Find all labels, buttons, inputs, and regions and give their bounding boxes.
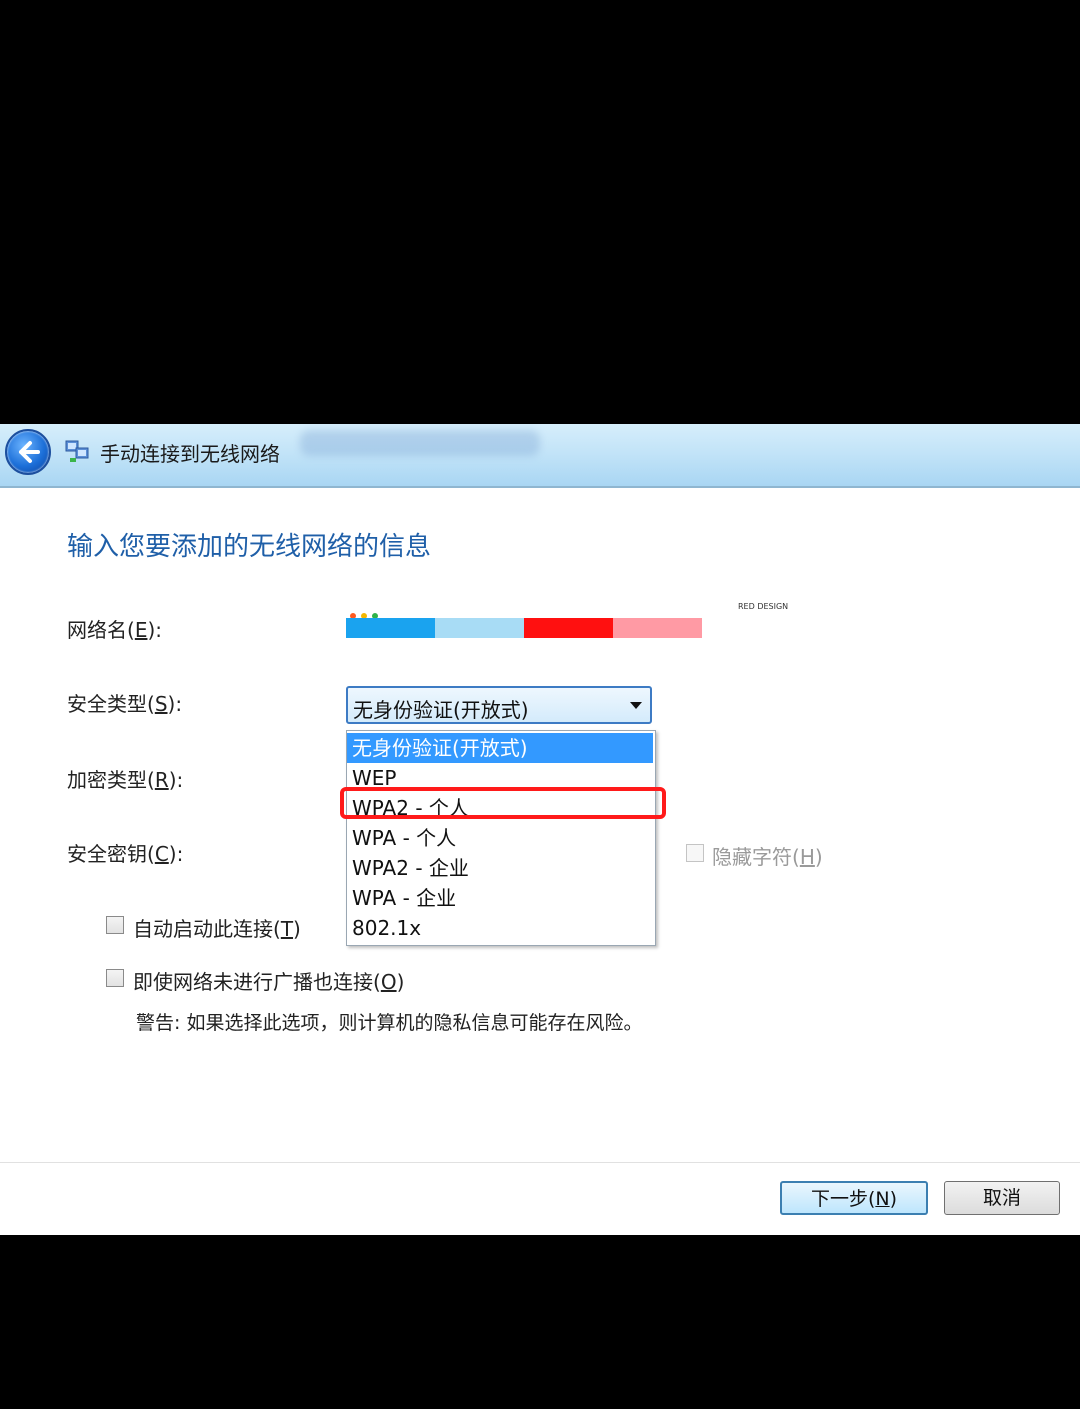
cancel-button[interactable]: 取消 (944, 1181, 1060, 1215)
title-bar: 手动连接到无线网络 (0, 424, 1080, 488)
wizard-window: 手动连接到无线网络 输入您要添加的无线网络的信息 网络名(E): RED DES… (0, 424, 1080, 1235)
encryption-type-label: 加密类型(R): (67, 768, 184, 792)
security-key-label: 安全密钥(C): (67, 842, 184, 866)
page-heading: 输入您要添加的无线网络的信息 (67, 532, 432, 562)
security-type-select[interactable]: 无身份验证(开放式) (346, 686, 652, 724)
security-type-value: 无身份验证(开放式) (353, 698, 529, 722)
dropdown-option-wpa-enterprise[interactable]: WPA - 企业 (347, 883, 653, 913)
network-name-label: 网络名(E): (67, 618, 162, 642)
back-arrow-icon[interactable] (5, 429, 51, 475)
hide-chars-checkbox[interactable] (686, 844, 704, 862)
redaction-bar (613, 618, 702, 638)
chevron-down-icon[interactable] (630, 702, 642, 709)
footer-separator (0, 1162, 1080, 1163)
watermark-text: RED DESIGN (738, 602, 789, 611)
highlight-annotation-box (340, 787, 666, 819)
connect-hidden-checkbox[interactable] (106, 969, 124, 987)
network-name-field-redacted[interactable] (346, 618, 702, 638)
redaction-bar (524, 618, 613, 638)
dropdown-option-wpa2-enterprise[interactable]: WPA2 - 企业 (347, 853, 653, 883)
dropdown-option-wpa-personal[interactable]: WPA - 个人 (347, 823, 653, 853)
redaction-bar (346, 618, 435, 638)
dropdown-option-8021x[interactable]: 802.1x (347, 913, 653, 943)
next-button[interactable]: 下一步(N) (780, 1181, 928, 1215)
security-type-dropdown-list: 无身份验证(开放式) WEP WPA2 - 个人 WPA - 个人 WPA2 -… (346, 730, 656, 946)
redaction-bar (435, 618, 524, 638)
letterbox-bottom (0, 1235, 1080, 1409)
hide-chars-label: 隐藏字符(H) (712, 845, 823, 869)
auto-start-label: 自动启动此连接(T) (133, 917, 301, 941)
network-icon (64, 438, 90, 464)
window-title: 手动连接到无线网络 (100, 442, 280, 466)
auto-start-checkbox[interactable] (106, 916, 124, 934)
title-bar-glass-reflection (300, 430, 540, 456)
dropdown-option-open[interactable]: 无身份验证(开放式) (347, 733, 653, 763)
connect-hidden-label: 即使网络未进行广播也连接(O) (133, 970, 405, 994)
letterbox-top (0, 0, 1080, 424)
security-type-label: 安全类型(S): (67, 692, 183, 716)
privacy-warning-text: 警告: 如果选择此选项，则计算机的隐私信息可能存在风险。 (136, 1012, 643, 1034)
